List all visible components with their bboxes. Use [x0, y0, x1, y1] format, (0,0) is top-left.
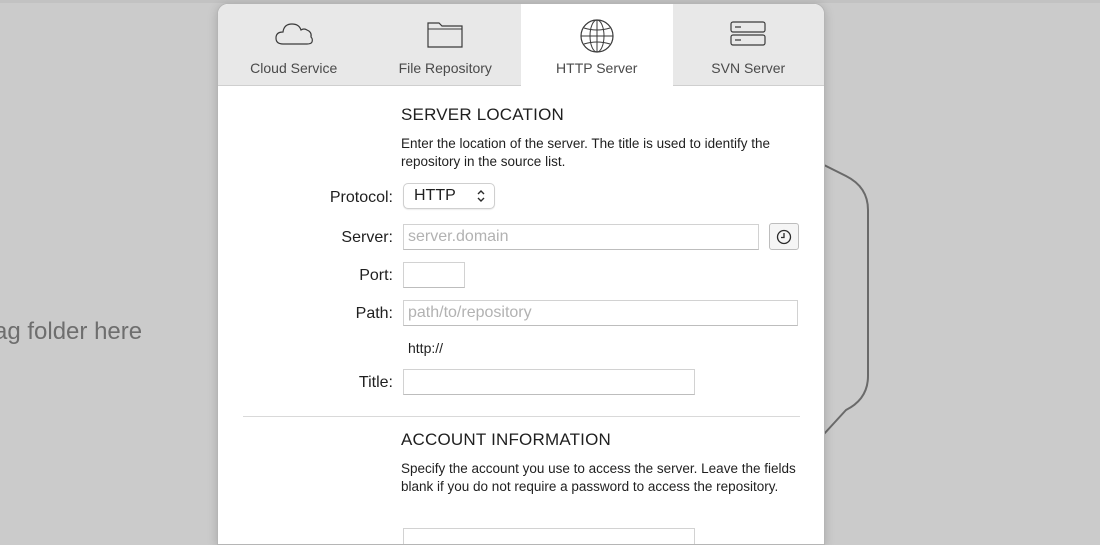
cloud-icon: [273, 18, 315, 53]
tab-file-repository[interactable]: File Repository: [370, 4, 522, 85]
server-location-description: Enter the location of the server. The ti…: [401, 136, 770, 169]
globe-icon: [579, 18, 615, 59]
account-information-description: Specify the account you use to access th…: [401, 461, 796, 494]
account-information-heading: ACCOUNT INFORMATION: [401, 430, 611, 449]
server-location-heading: SERVER LOCATION: [401, 105, 564, 124]
username-input[interactable]: [403, 528, 695, 544]
path-input[interactable]: [403, 300, 798, 326]
tab-cloud-service[interactable]: Cloud Service: [218, 4, 370, 85]
tab-svn-server[interactable]: SVN Server: [673, 4, 825, 85]
protocol-label: Protocol:: [329, 189, 393, 206]
path-label: Path:: [355, 305, 393, 322]
history-button[interactable]: [769, 223, 799, 250]
title-input[interactable]: [403, 369, 695, 395]
server-input[interactable]: [403, 224, 759, 250]
port-input[interactable]: [403, 262, 465, 288]
tab-http-server[interactable]: HTTP Server: [521, 4, 673, 86]
url-preview: http://: [408, 340, 444, 356]
title-label: Title:: [358, 374, 393, 391]
protocol-value: HTTP: [414, 187, 456, 204]
server-icon: [729, 18, 767, 53]
folder-icon: [426, 18, 464, 55]
protocol-popup[interactable]: HTTP: [403, 183, 495, 209]
tab-label: File Repository: [398, 60, 492, 76]
tab-label: SVN Server: [711, 60, 786, 76]
tab-label: HTTP Server: [556, 60, 638, 76]
drop-hint-text: ag folder here: [0, 318, 143, 345]
server-label: Server:: [341, 229, 393, 246]
section-divider: [243, 416, 800, 417]
tab-label: Cloud Service: [250, 60, 338, 76]
clock-icon: [776, 229, 792, 245]
port-label: Port:: [359, 267, 393, 284]
chevron-updown-icon: [476, 189, 486, 208]
repository-type-tabbar: Cloud Service File Repository HTTP Serve…: [218, 4, 824, 86]
add-repository-sheet: Cloud Service File Repository HTTP Serve…: [217, 3, 825, 545]
